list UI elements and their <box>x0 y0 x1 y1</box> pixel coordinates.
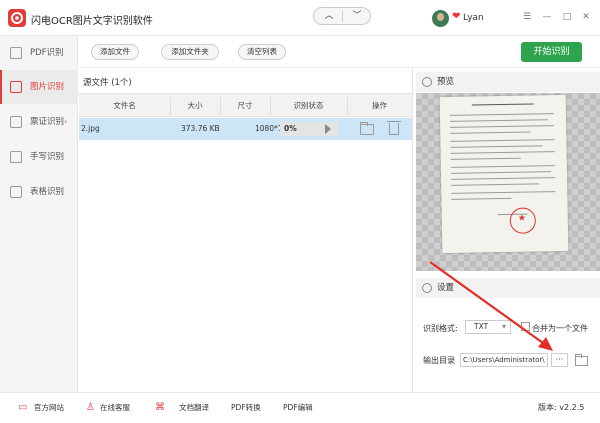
table-row[interactable]: 2.jpg 373.76 KB 1080*1440 0% <box>79 118 412 140</box>
gear-icon <box>422 283 432 293</box>
app-logo-icon <box>8 9 26 27</box>
sidebar-item-handwriting[interactable]: 手写识别 <box>0 140 78 174</box>
open-folder-icon[interactable] <box>360 122 374 135</box>
add-folder-button[interactable]: 添加文件夹 <box>161 44 219 60</box>
column-header-name: 文件名 <box>113 101 136 110</box>
stamp-image <box>509 207 537 234</box>
format-label: 识别格式: <box>423 324 458 333</box>
preview-title: 预览 <box>437 77 455 87</box>
handwriting-icon <box>10 151 22 163</box>
footer-label: 官方网站 <box>34 403 64 412</box>
close-icon[interactable]: ✕ <box>580 11 592 23</box>
format-value: TXT <box>474 322 489 331</box>
menu-icon[interactable]: ☰ <box>521 11 533 23</box>
eye-icon <box>422 77 432 87</box>
output-dir-label: 输出目录 <box>423 356 455 365</box>
version-label: 版本: v2.2.5 <box>538 403 585 412</box>
ticket-icon <box>10 116 22 128</box>
username[interactable]: Lyan <box>463 13 484 23</box>
sidebar-item-label: 表格识别 <box>30 187 65 197</box>
sidebar-item-label: 手写识别 <box>30 152 65 162</box>
sidebar-item-label: PDF识别 <box>30 48 64 58</box>
footer-label: PDF编辑 <box>283 403 313 412</box>
footer-label: 在线客服 <box>100 403 130 412</box>
sidebar-item-pdf[interactable]: PDF识别 <box>0 36 78 70</box>
browse-button[interactable]: ··· <box>551 353 568 367</box>
image-icon <box>10 81 22 93</box>
sidebar-item-label: 票证识别 <box>30 117 65 127</box>
source-files-title: 源文件 (1个) <box>83 78 132 88</box>
sidebar-item-image[interactable]: 图片识别 <box>0 70 78 104</box>
maximize-icon[interactable]: □ <box>561 11 573 23</box>
pdf-icon <box>10 47 22 59</box>
move-up-button[interactable]: ︿ <box>318 10 340 23</box>
sidebar: PDF识别 图片识别 票证识别 › 手写识别 表格识别 <box>0 36 78 392</box>
footer-label: 文档翻译 <box>179 403 209 412</box>
official-site-link[interactable]: ▭ 官方网站 <box>18 393 74 423</box>
divider <box>342 11 343 22</box>
pdf-convert-link[interactable]: PDF转换 <box>231 393 271 423</box>
merge-checkbox[interactable] <box>521 322 530 331</box>
sidebar-item-label: 图片识别 <box>30 82 65 92</box>
online-support-link[interactable]: ♙ 在线客服 <box>86 393 142 423</box>
heart-icon: ❤ <box>452 11 461 22</box>
document-preview-image <box>439 94 569 254</box>
minimize-icon[interactable]: — <box>541 11 553 23</box>
panel-divider <box>412 68 413 392</box>
doc-translate-link[interactable]: ⌘ 文档翻译 <box>155 393 213 423</box>
table-icon <box>10 186 22 198</box>
delete-icon[interactable] <box>387 121 401 135</box>
preview-header: 预览 <box>416 72 600 92</box>
progress-text: 0% <box>284 124 297 133</box>
settings-title: 设置 <box>437 283 455 293</box>
app-title: 闪电OCR图片文字识别软件 <box>31 16 153 27</box>
column-header-dimensions: 尺寸 <box>237 101 253 110</box>
monitor-icon: ▭ <box>18 402 28 413</box>
play-icon[interactable] <box>325 124 331 134</box>
sidebar-item-ticket[interactable]: 票证识别 › <box>0 105 78 139</box>
footer: ▭ 官方网站 ♙ 在线客服 ⌘ 文档翻译 PDF转换 PDF编辑 版本: v2.… <box>0 392 600 422</box>
table-header: 文件名 大小 尺寸 识别状态 操作 <box>79 93 412 117</box>
pdf-edit-link[interactable]: PDF编辑 <box>283 393 323 423</box>
translate-icon: ⌘ <box>155 402 165 413</box>
add-file-button[interactable]: 添加文件 <box>91 44 139 60</box>
open-output-folder-icon[interactable] <box>575 354 588 366</box>
start-recognition-button[interactable]: 开始识别 <box>521 42 582 62</box>
settings-body <box>416 298 600 392</box>
chevron-right-icon: › <box>64 117 68 126</box>
column-header-size: 大小 <box>187 101 203 110</box>
file-name: 2.jpg <box>81 124 100 133</box>
avatar[interactable] <box>432 10 449 27</box>
title-bar: 闪电OCR图片文字识别软件 ❤ Lyan ☰ — □ ✕ <box>0 0 600 36</box>
move-down-button[interactable]: ﹀ <box>346 10 368 23</box>
settings-header: 设置 <box>416 278 600 298</box>
clear-list-button[interactable]: 清空列表 <box>238 44 286 60</box>
merge-label: 合并为一个文件 <box>532 324 588 333</box>
footer-label: PDF转换 <box>231 403 261 412</box>
support-icon: ♙ <box>86 402 95 413</box>
file-size: 373.76 KB <box>181 124 220 133</box>
output-path-input[interactable]: C:\Users\Administrator\ <box>460 353 548 367</box>
format-select[interactable]: TXT <box>465 320 511 334</box>
move-buttons: ︿ ﹀ <box>313 7 371 25</box>
column-header-status: 识别状态 <box>293 101 324 110</box>
column-header-actions: 操作 <box>372 101 387 110</box>
sidebar-item-table[interactable]: 表格识别 <box>0 175 78 209</box>
